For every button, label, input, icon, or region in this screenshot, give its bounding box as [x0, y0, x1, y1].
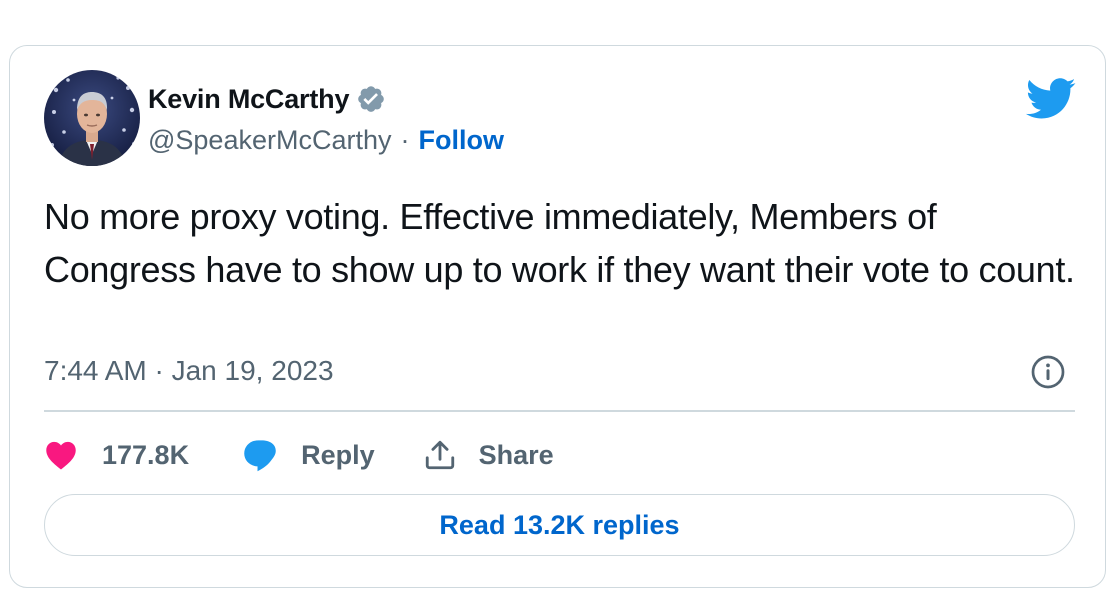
info-icon[interactable]: [1030, 354, 1066, 390]
author-name[interactable]: Kevin McCarthy: [148, 84, 349, 115]
share-label: Share: [478, 439, 554, 470]
share-button[interactable]: Share: [423, 438, 554, 472]
verified-badge-icon: [358, 86, 385, 112]
speech-bubble-icon: [244, 440, 276, 472]
tweet-timestamp[interactable]: 7:44 AM · Jan 19, 2023: [44, 355, 334, 387]
tweet-text: No more proxy voting. Effective immediat…: [44, 196, 1075, 290]
follow-button[interactable]: Follow: [419, 125, 504, 156]
share-upload-icon: [425, 440, 454, 470]
avatar-image: [44, 70, 140, 166]
like-button[interactable]: 177.8K: [44, 440, 189, 471]
read-replies-button[interactable]: Read 13.2K replies: [44, 494, 1075, 556]
twitter-bird-icon[interactable]: [1025, 78, 1077, 120]
author-name-row: Kevin McCarthy: [148, 82, 386, 116]
handle-separator: ·: [400, 124, 410, 155]
heart-icon: [46, 441, 76, 470]
divider: [44, 410, 1075, 412]
author-handle-row: @SpeakerMcCarthy · Follow: [148, 123, 504, 157]
reply-label: Reply: [301, 439, 375, 470]
like-count: 177.8K: [102, 439, 190, 470]
avatar[interactable]: [44, 70, 140, 166]
tweet-actions: 177.8K Reply Share: [44, 432, 554, 478]
author-handle[interactable]: @SpeakerMcCarthy: [148, 125, 392, 156]
reply-button[interactable]: Reply: [241, 438, 375, 472]
tweet-embed-card: Kevin McCarthy @SpeakerMcCarthy · Follow…: [9, 45, 1106, 588]
